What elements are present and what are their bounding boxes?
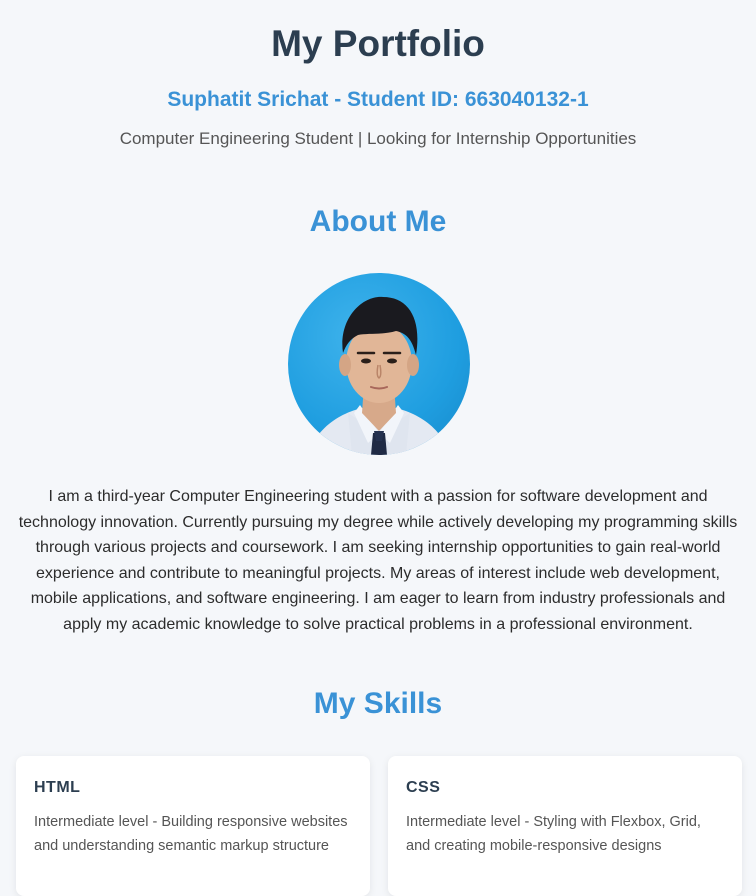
skill-name: CSS	[406, 779, 441, 796]
skill-description: Intermediate level - Building responsive…	[34, 814, 348, 854]
profile-photo	[288, 273, 470, 455]
skill-card-html: HTML Intermediate level - Building respo…	[16, 756, 370, 896]
about-me-text: I am a third-year Computer Engineering s…	[18, 488, 738, 633]
about-me-heading: About Me	[309, 205, 447, 238]
page-title: My Portfolio	[271, 23, 485, 64]
tagline: Computer Engineering Student | Looking f…	[119, 129, 637, 148]
skill-card-css: CSS Intermediate level - Styling with Fl…	[388, 756, 742, 896]
profile-photo-illustration	[308, 296, 450, 455]
skill-description: Intermediate level - Styling with Flexbo…	[406, 814, 701, 854]
skill-name: HTML	[34, 779, 81, 796]
student-name-id: Suphatit Srichat - Student ID: 663040132…	[167, 88, 589, 111]
my-skills-heading: My Skills	[313, 687, 443, 720]
